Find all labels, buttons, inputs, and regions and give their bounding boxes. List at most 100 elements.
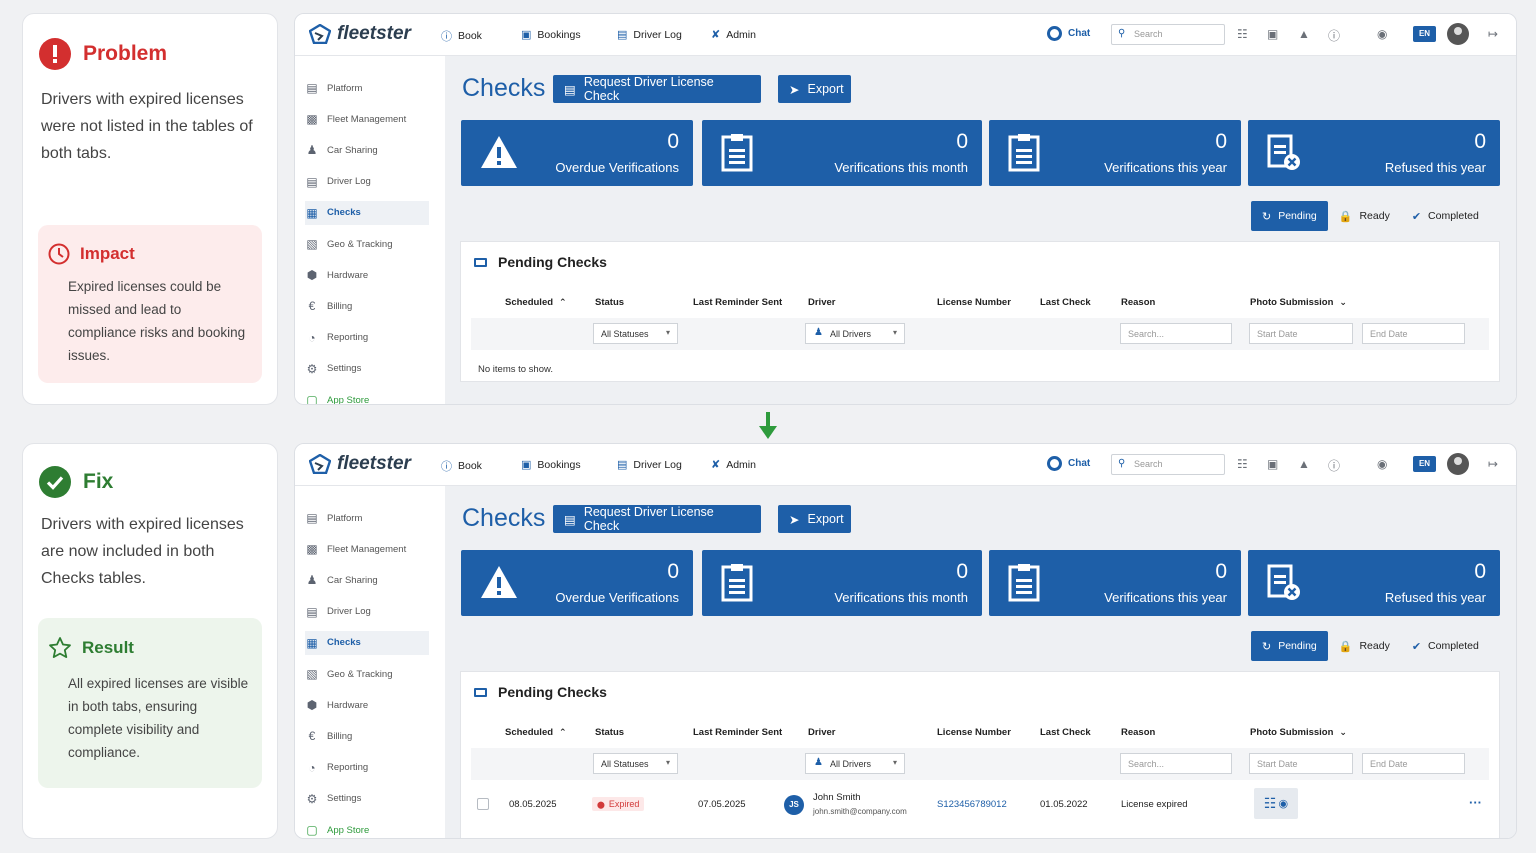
column-scheduled[interactable]: Scheduled ⌃	[505, 727, 567, 738]
license-number-link[interactable]: S123456789012	[937, 799, 1007, 810]
tab-pending[interactable]: ↻ Pending	[1251, 631, 1328, 661]
sort-asc-icon[interactable]: ⌃	[559, 297, 567, 307]
chevron-down-icon[interactable]: ⌄	[1339, 727, 1347, 737]
language-switch[interactable]: EN	[1413, 26, 1436, 42]
column-last-reminder[interactable]: Last Reminder Sent	[693, 727, 782, 738]
search-input[interactable]: ⚲ Search	[1111, 454, 1225, 475]
tile-verifications-year[interactable]: 0 Verifications this year	[989, 120, 1241, 186]
sidebar-item-checks[interactable]: ▦ Checks	[305, 200, 429, 225]
driver-name[interactable]: John Smith	[813, 792, 861, 803]
column-driver[interactable]: Driver	[808, 297, 835, 308]
clipboard-icon[interactable]: ☷	[1237, 457, 1248, 471]
info-icon[interactable]: ⓘ	[1328, 27, 1340, 44]
column-license-number[interactable]: License Number	[937, 727, 1011, 738]
sidebar-item-settings[interactable]: ⚙ Settings	[305, 357, 429, 381]
column-photo-submission[interactable]: Photo Submission ⌄	[1250, 297, 1347, 308]
chevron-down-icon[interactable]: ⌄	[1339, 297, 1347, 307]
sidebar-item-fleet-management[interactable]: ▩ Fleet Management	[305, 107, 429, 131]
sidebar-item-driver-log[interactable]: ▤ Driver Log	[305, 600, 429, 624]
tile-overdue-verifications[interactable]: 0 Overdue Verifications	[461, 550, 693, 616]
logout-icon[interactable]: ↦	[1488, 27, 1498, 41]
sort-asc-icon[interactable]: ⌃	[559, 727, 567, 737]
sidebar-item-hardware[interactable]: ⬢ Hardware	[305, 693, 429, 717]
sidebar-item-billing[interactable]: € Billing	[305, 724, 429, 748]
tile-refused-year[interactable]: 0 Refused this year	[1248, 120, 1500, 186]
column-last-check[interactable]: Last Check	[1040, 297, 1091, 308]
warning-icon[interactable]: ▲	[1298, 457, 1310, 471]
sidebar-item-settings[interactable]: ⚙ Settings	[305, 787, 429, 811]
column-scheduled[interactable]: Scheduled ⌃	[505, 297, 567, 308]
row-checkbox[interactable]	[477, 798, 489, 810]
column-photo-submission[interactable]: Photo Submission ⌄	[1250, 727, 1347, 738]
tile-refused-year[interactable]: 0 Refused this year	[1248, 550, 1500, 616]
sidebar-item-fleet-management[interactable]: ▩ Fleet Management	[305, 537, 429, 561]
tab-pending[interactable]: ↻ Pending	[1251, 201, 1328, 231]
warning-icon[interactable]: ▲	[1298, 27, 1310, 41]
column-reason[interactable]: Reason	[1121, 297, 1155, 308]
end-date-input[interactable]: End Date	[1362, 323, 1465, 344]
clipboard-icon[interactable]: ☷	[1237, 27, 1248, 41]
tab-completed[interactable]: ✔ Completed	[1401, 201, 1490, 231]
logout-icon[interactable]: ↦	[1488, 457, 1498, 471]
logo[interactable]: fleetster	[309, 23, 411, 45]
nav-admin[interactable]: ✘ Admin	[711, 458, 756, 472]
nav-book[interactable]: ⓘ Book	[441, 28, 482, 44]
driver-filter[interactable]: ♟ All Drivers ▾	[805, 323, 905, 344]
chat-button[interactable]: Chat	[1047, 26, 1090, 41]
export-button[interactable]: ➤ Export	[778, 75, 851, 103]
nav-bookings[interactable]: ▣ Bookings	[521, 28, 581, 42]
column-status[interactable]: Status	[595, 727, 624, 738]
tab-completed[interactable]: ✔ Completed	[1401, 631, 1490, 661]
export-button[interactable]: ➤ Export	[778, 505, 851, 533]
sidebar-item-app-store[interactable]: ▢ App Store	[305, 818, 429, 838]
tab-ready[interactable]: 🔒 Ready	[1328, 201, 1401, 231]
column-driver[interactable]: Driver	[808, 727, 835, 738]
nav-driver-log[interactable]: ▤ Driver Log	[617, 28, 682, 42]
column-status[interactable]: Status	[595, 297, 624, 308]
search-input[interactable]: ⚲ Search	[1111, 24, 1225, 45]
notification-icon[interactable]: ◉	[1377, 457, 1387, 471]
sidebar-item-hardware[interactable]: ⬢ Hardware	[305, 263, 429, 287]
user-avatar[interactable]	[1447, 23, 1469, 45]
nav-driver-log[interactable]: ▤ Driver Log	[617, 458, 682, 472]
end-date-input[interactable]: End Date	[1362, 753, 1465, 774]
sidebar-item-car-sharing[interactable]: ♟ Car Sharing	[305, 568, 429, 592]
sidebar-item-app-store[interactable]: ▢ App Store	[305, 388, 429, 404]
start-date-input[interactable]: Start Date	[1249, 753, 1353, 774]
driver-filter[interactable]: ♟ All Drivers ▾	[805, 753, 905, 774]
sidebar-item-reporting[interactable]: ◔ Reporting	[305, 756, 429, 780]
column-last-check[interactable]: Last Check	[1040, 727, 1091, 738]
sidebar-item-billing[interactable]: € Billing	[305, 294, 429, 318]
sidebar-item-platform[interactable]: ▤ Platform	[305, 76, 429, 100]
status-filter[interactable]: All Statuses ▾	[593, 323, 678, 344]
tile-verifications-month[interactable]: 0 Verifications this month	[702, 550, 982, 616]
sidebar-item-geo-tracking[interactable]: ▧ Geo & Tracking	[305, 662, 429, 686]
tile-verifications-year[interactable]: 0 Verifications this year	[989, 550, 1241, 616]
briefcase-icon[interactable]: ▣	[1267, 457, 1278, 471]
reason-search-input[interactable]: Search...	[1120, 323, 1232, 344]
request-license-check-button[interactable]: ▤ Request Driver License Check	[553, 75, 761, 103]
column-reason[interactable]: Reason	[1121, 727, 1155, 738]
nav-bookings[interactable]: ▣ Bookings	[521, 458, 581, 472]
sidebar-item-checks[interactable]: ▦ Checks	[305, 630, 429, 655]
info-icon[interactable]: ⓘ	[1328, 457, 1340, 474]
tab-ready[interactable]: 🔒 Ready	[1328, 631, 1401, 661]
start-date-input[interactable]: Start Date	[1249, 323, 1353, 344]
status-filter[interactable]: All Statuses ▾	[593, 753, 678, 774]
table-row[interactable]: 08.05.2025 ⬤ Expired 07.05.2025 JS John S…	[461, 782, 1501, 832]
photo-thumbnail[interactable]: ☷ ◉	[1254, 788, 1298, 819]
column-last-reminder[interactable]: Last Reminder Sent	[693, 297, 782, 308]
nav-admin[interactable]: ✘ Admin	[711, 28, 756, 42]
tile-verifications-month[interactable]: 0 Verifications this month	[702, 120, 982, 186]
sidebar-item-geo-tracking[interactable]: ▧ Geo & Tracking	[305, 232, 429, 256]
column-license-number[interactable]: License Number	[937, 297, 1011, 308]
sidebar-item-car-sharing[interactable]: ♟ Car Sharing	[305, 138, 429, 162]
sidebar-item-platform[interactable]: ▤ Platform	[305, 506, 429, 530]
sidebar-item-reporting[interactable]: ◔ Reporting	[305, 326, 429, 350]
sidebar-item-driver-log[interactable]: ▤ Driver Log	[305, 170, 429, 194]
more-actions-icon[interactable]: ···	[1469, 795, 1482, 810]
logo[interactable]: fleetster	[309, 453, 411, 475]
briefcase-icon[interactable]: ▣	[1267, 27, 1278, 41]
request-license-check-button[interactable]: ▤ Request Driver License Check	[553, 505, 761, 533]
notification-icon[interactable]: ◉	[1377, 27, 1387, 41]
